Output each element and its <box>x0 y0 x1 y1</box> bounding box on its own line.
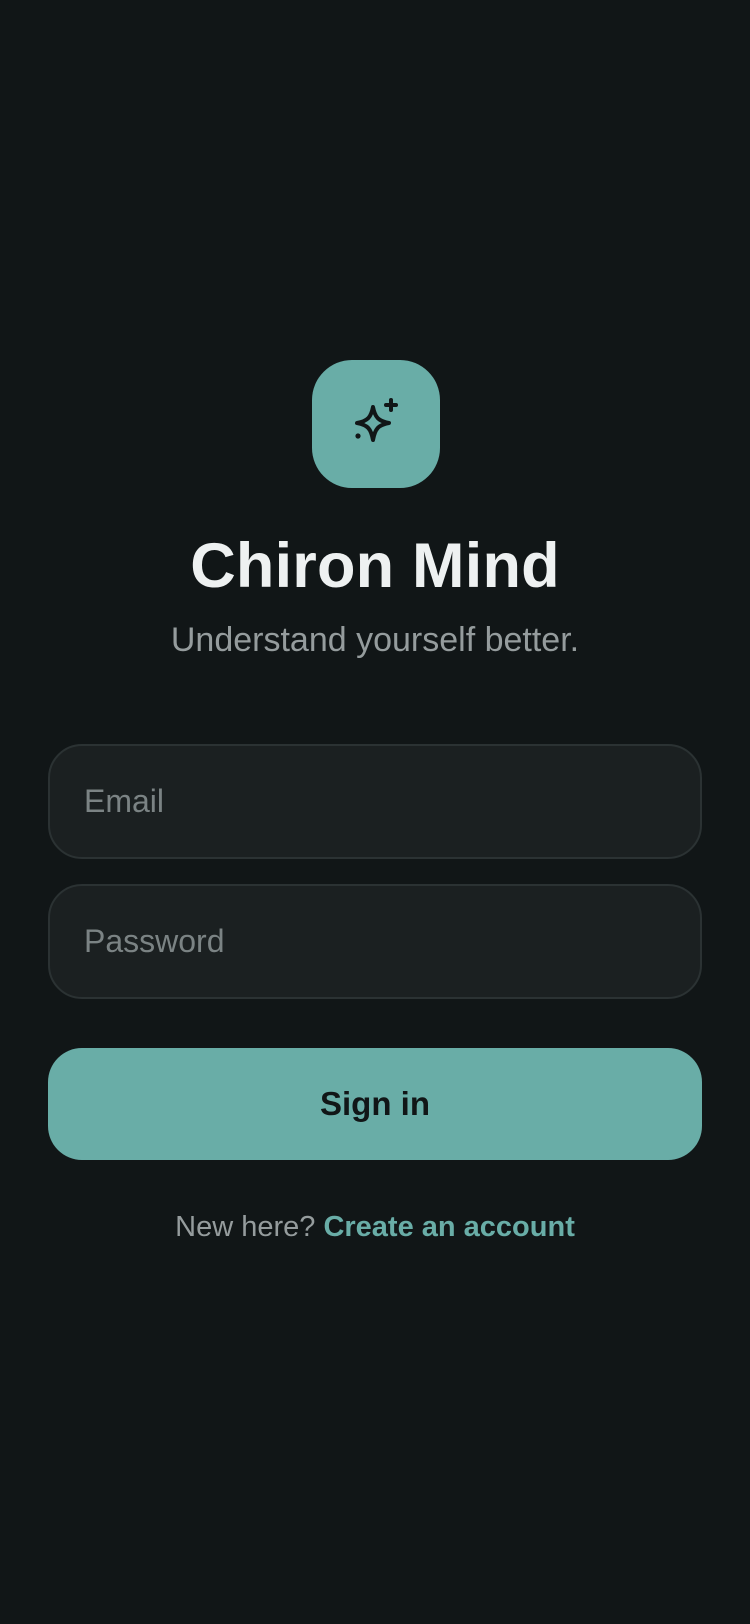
sign-in-button[interactable]: Sign in <box>48 1048 702 1160</box>
signup-prompt-text: New here? <box>175 1211 316 1243</box>
app-logo <box>312 360 440 488</box>
sparkles-icon <box>355 398 398 442</box>
email-input[interactable] <box>84 783 700 820</box>
email-field[interactable] <box>48 744 702 859</box>
signup-prompt: New here? Create an account <box>0 1207 750 1247</box>
app-tagline: Understand yourself better. <box>170 621 580 659</box>
password-field[interactable] <box>48 884 702 999</box>
password-input[interactable] <box>84 923 700 960</box>
app-title: Chiron Mind <box>190 531 560 601</box>
create-account-link[interactable]: Create an account <box>323 1211 574 1243</box>
sign-in-screen: Chiron Mind Understand yourself better. … <box>0 0 750 1624</box>
